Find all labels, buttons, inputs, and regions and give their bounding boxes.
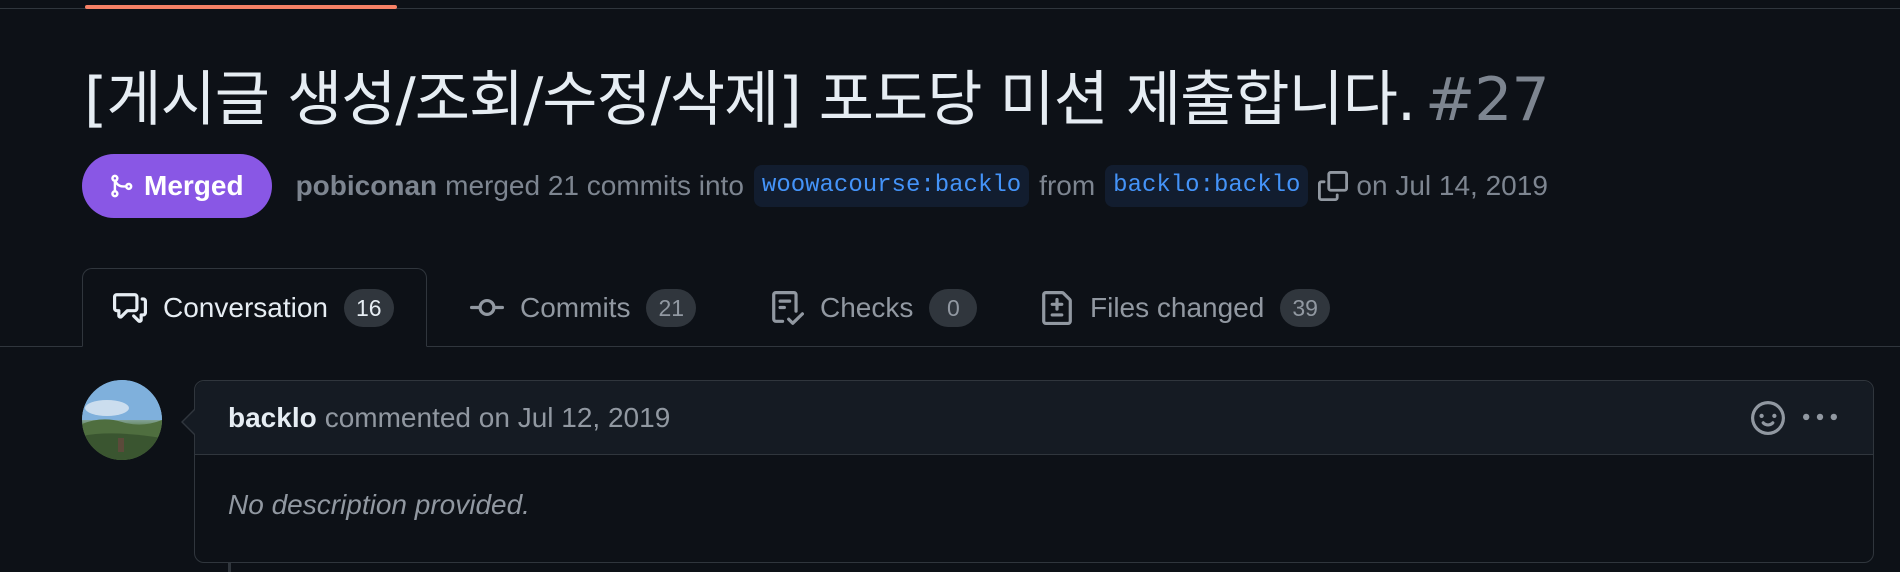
pr-author-link[interactable]: pobiconan <box>296 170 438 202</box>
comment-actions <box>1733 401 1837 435</box>
head-branch-link[interactable]: backlo:backlo <box>1105 165 1309 207</box>
tab-commits-label: Commits <box>520 291 631 323</box>
pr-number: #27 <box>1425 65 1550 135</box>
tab-commits[interactable]: Commits 21 <box>470 268 697 347</box>
file-diff-icon <box>1042 290 1072 325</box>
comment-header: backlo commented on Jul 12, 2019 <box>195 381 1873 455</box>
comment-card: backlo commented on Jul 12, 2019 No desc… <box>194 380 1874 563</box>
comment-timestamp[interactable]: commented on Jul 12, 2019 <box>325 402 671 434</box>
tab-files-changed-count: 39 <box>1280 288 1330 327</box>
timeline-line <box>228 563 231 572</box>
comment-discussion-icon <box>113 292 147 323</box>
merge-date: on Jul 14, 2019 <box>1356 170 1548 201</box>
active-nav-underline <box>85 5 397 9</box>
tab-checks-count: 0 <box>929 288 978 327</box>
comment-body: No description provided. <box>228 489 530 520</box>
smiley-icon[interactable] <box>1751 401 1785 435</box>
pr-title: [게시글 생성/조회/수정/삭제] 포도당 미션 제출합니다. #27 <box>84 60 1550 140</box>
copy-icon[interactable] <box>1318 171 1349 201</box>
avatar-image <box>82 380 162 460</box>
tab-files-changed[interactable]: Files changed 39 <box>1040 268 1330 347</box>
kebab-horizontal-icon[interactable] <box>1803 401 1837 435</box>
checklist-icon <box>772 290 804 325</box>
base-branch-link[interactable]: woowacourse:backlo <box>753 165 1030 207</box>
tab-commits-count: 21 <box>646 288 697 327</box>
tab-files-changed-label: Files changed <box>1090 291 1265 323</box>
from-label: from <box>1039 170 1096 201</box>
tab-checks[interactable]: Checks 0 <box>770 268 978 347</box>
pr-title-text: [게시글 생성/조회/수정/삭제] 포도당 미션 제출합니다. <box>84 65 1416 135</box>
avatar[interactable] <box>82 380 162 460</box>
comment-pointer-fill <box>183 409 196 435</box>
tab-conversation-label: Conversation <box>163 291 328 323</box>
merge-description: merged 21 commits into <box>445 170 744 201</box>
tab-conversation-count: 16 <box>343 288 394 327</box>
tab-conversation[interactable]: Conversation 16 <box>82 268 427 347</box>
git-commit-icon <box>470 298 504 316</box>
merged-status-label: Merged <box>144 170 244 201</box>
merged-status-badge: Merged <box>82 154 272 218</box>
tab-checks-label: Checks <box>820 291 914 323</box>
git-merge-icon <box>111 174 133 198</box>
pr-meta: Merged pobiconan merged 21 commits into … <box>82 154 1548 218</box>
comment-author-link[interactable]: backlo <box>228 402 317 434</box>
